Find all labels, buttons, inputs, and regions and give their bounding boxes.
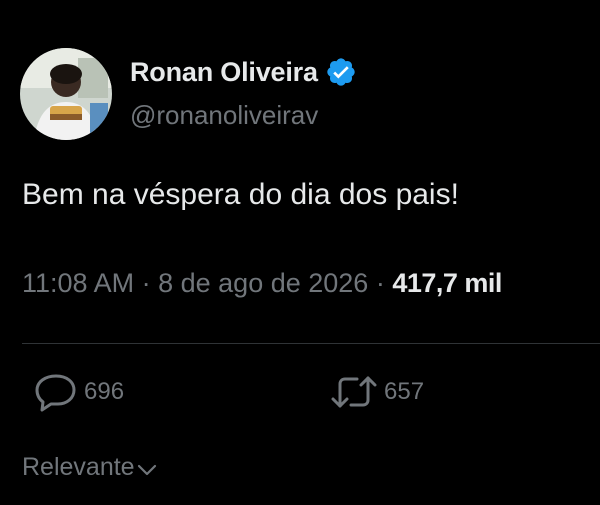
author-name-row[interactable]: Ronan Oliveira — [130, 56, 357, 88]
avatar-photo — [20, 48, 112, 140]
author-display-name[interactable]: Ronan Oliveira — [130, 57, 318, 88]
tweet-date[interactable]: 8 de ago de 2026 — [158, 268, 368, 298]
retweet-button[interactable]: 657 — [330, 372, 424, 412]
tweet-metadata: 11:08 AM · 8 de ago de 2026 · 417,7 mil — [22, 268, 502, 299]
tweet-time[interactable]: 11:08 AM — [22, 268, 134, 298]
tweet-text: Bem na véspera do dia dos pais! — [22, 178, 459, 211]
author-avatar[interactable] — [20, 48, 112, 140]
reply-button[interactable]: 696 — [34, 372, 124, 412]
reply-icon — [35, 374, 76, 412]
sort-label: Relevante — [22, 453, 135, 481]
reply-count: 696 — [84, 378, 125, 405]
views-count[interactable]: 417,7 mil — [392, 268, 502, 298]
retweet-count: 657 — [384, 378, 425, 405]
meta-separator: · — [375, 268, 385, 298]
meta-separator: · — [141, 268, 151, 298]
retweet-icon — [331, 376, 377, 408]
author-handle[interactable]: @ronanoliveirav — [130, 100, 318, 131]
sort-replies-dropdown[interactable]: Relevante — [22, 453, 157, 482]
divider — [22, 343, 600, 344]
chevron-down-icon — [137, 464, 156, 475]
verified-badge-icon — [325, 56, 357, 88]
